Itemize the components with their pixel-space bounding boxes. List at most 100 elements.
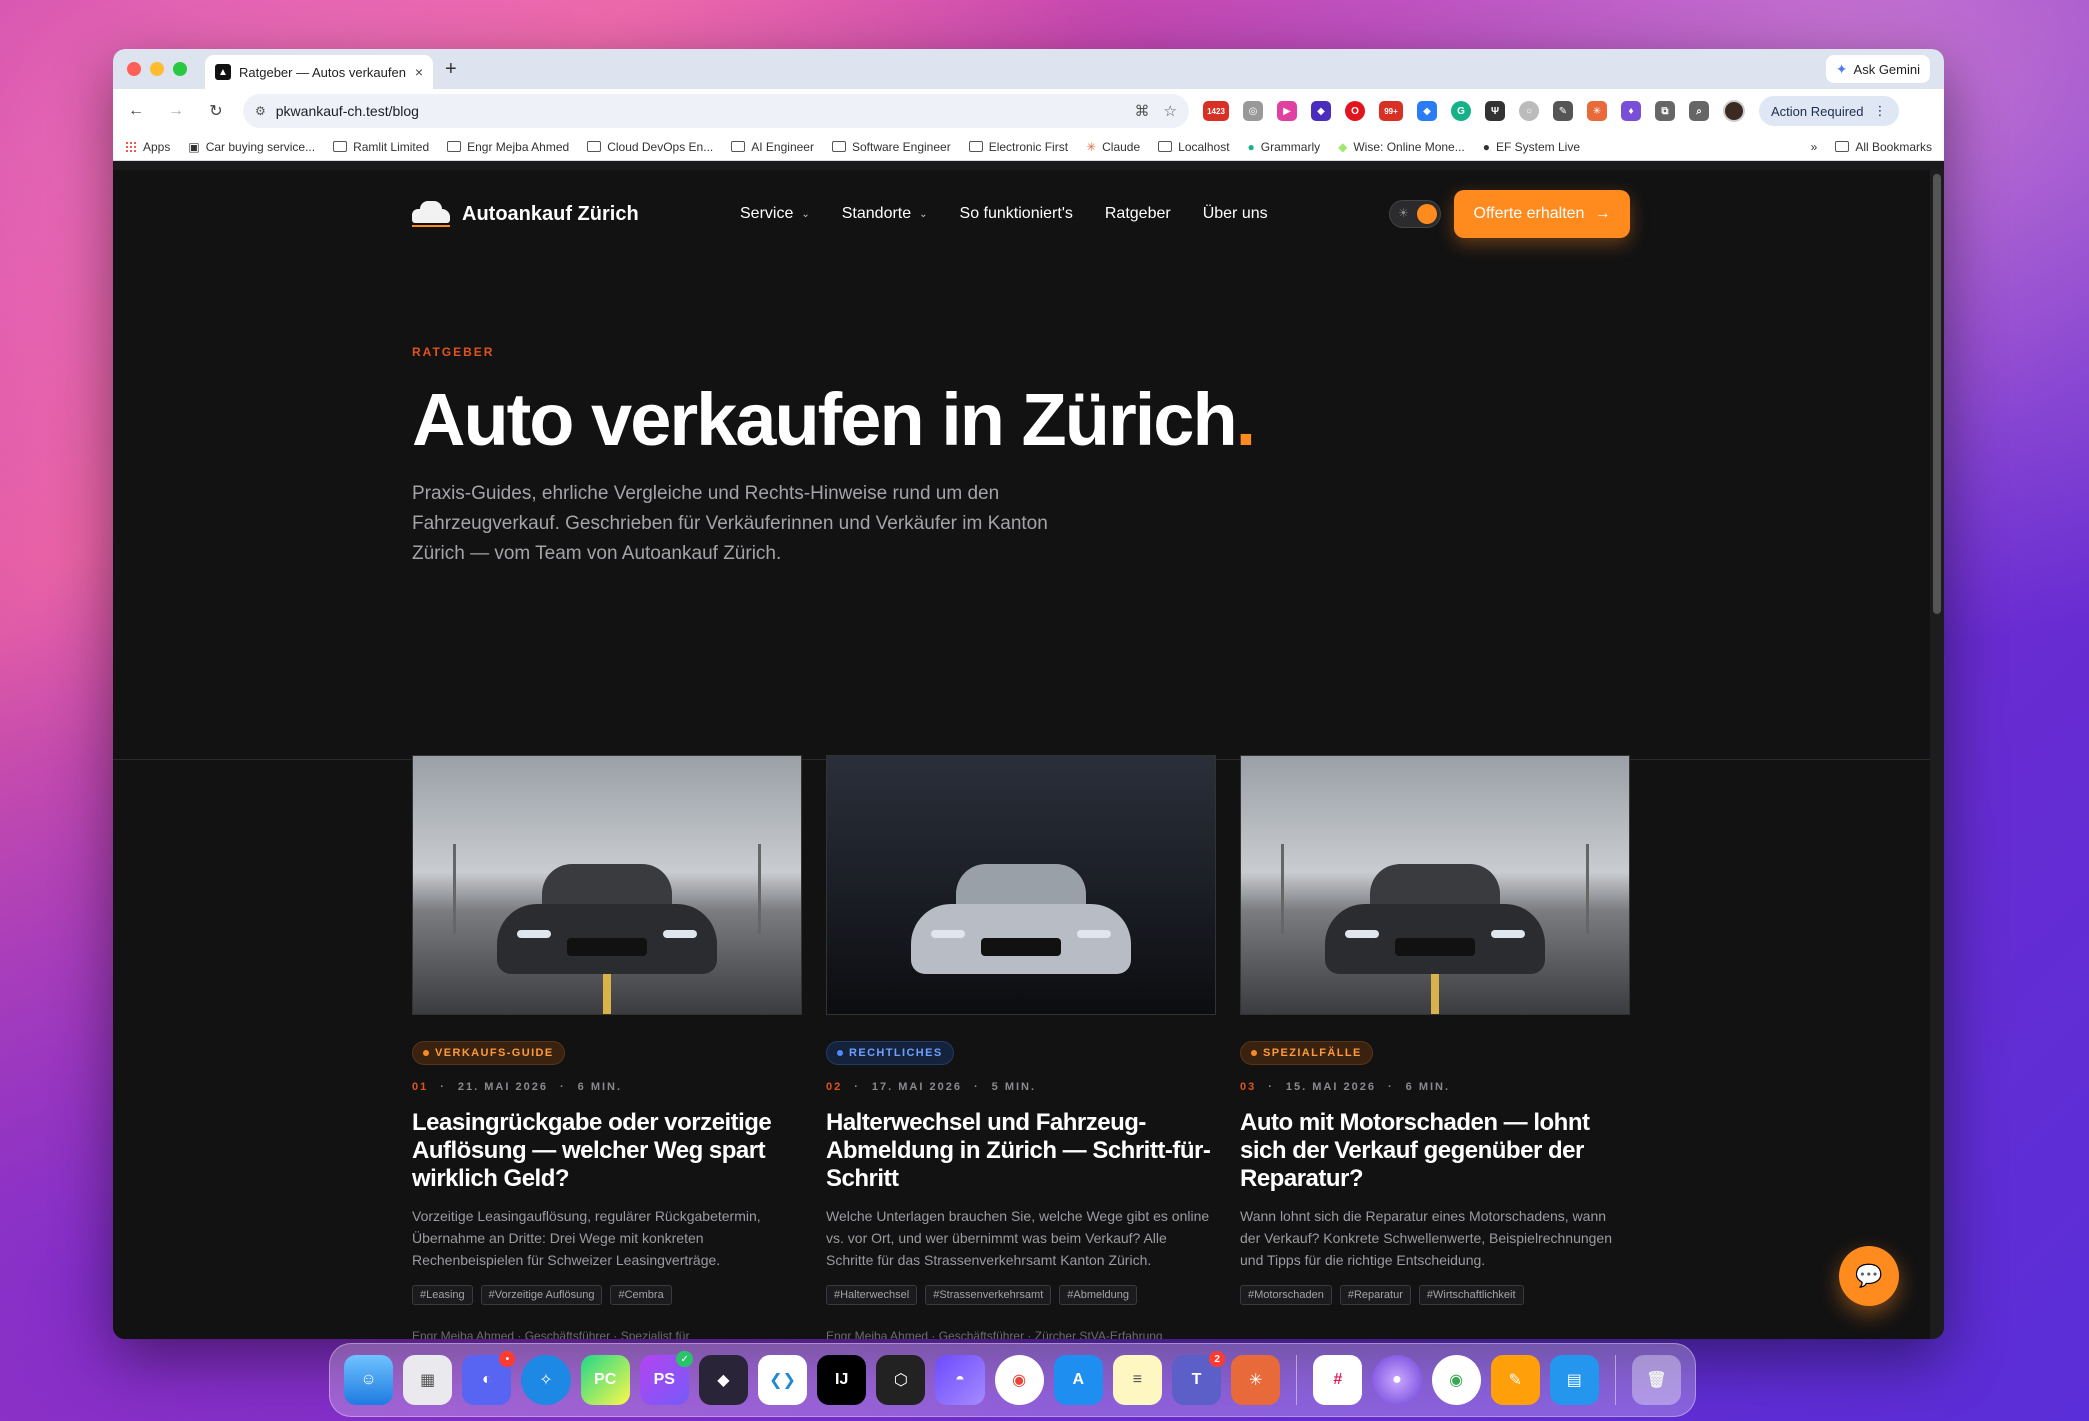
extension-claude-icon[interactable]: ✳ [1587,101,1607,121]
close-window-button[interactable] [127,62,141,76]
article-card[interactable]: VERKAUFS-GUIDE 01 · 21. MAI 2026 · 6 MIN. … [412,755,802,1339]
nav-item-service[interactable]: Service ⌄ [740,205,810,223]
bookmark-folder-cloud[interactable]: Cloud DevOps En... [587,140,713,154]
category-badge[interactable]: SPEZIALFÄLLE [1240,1041,1373,1065]
dock-app-chrome[interactable]: ◉ [1431,1355,1481,1405]
scroll-thumb[interactable] [1933,174,1941,614]
bookmark-ef-system[interactable]: ● EF System Live [1483,140,1580,154]
ask-gemini-button[interactable]: ✦ Ask Gemini [1825,55,1930,83]
bookmarks-overflow-icon[interactable]: » [1811,140,1818,154]
article-card[interactable]: SPEZIALFÄLLE 03 · 15. MAI 2026 · 6 MIN. Au… [1240,755,1630,1339]
action-required-button[interactable]: Action Required ⋮ [1759,96,1899,126]
extension-mail-icon[interactable]: 1423 [1203,101,1229,121]
dock-app-obsidian[interactable]: ◆ [698,1355,748,1405]
tag[interactable]: #Strassenverkehrsamt [925,1285,1052,1305]
extension-tag-icon[interactable]: ◆ [1417,101,1437,121]
page-scrollbar[interactable] [1930,170,1944,1339]
tab-close-icon[interactable]: × [415,64,423,80]
dock-app-pycharm[interactable]: PC [580,1355,630,1405]
nav-item-ueber-uns[interactable]: Über uns [1203,205,1268,223]
bookmark-claude[interactable]: ✳ Claude [1086,140,1140,154]
dock-trash-icon[interactable]: 🗑 [1631,1355,1682,1405]
zoom-window-button[interactable] [173,62,187,76]
extension-pen-icon[interactable]: ✎ [1553,101,1573,121]
offer-cta-button[interactable]: Offerte erhalten → [1454,190,1630,238]
bookmark-wise[interactable]: ◆ Wise: Online Mone... [1338,140,1465,154]
chat-button[interactable]: 💬 [1839,1246,1899,1306]
new-tab-button[interactable]: + [445,58,457,81]
tag[interactable]: #Vorzeitige Auflösung [480,1285,603,1305]
extension-crystal-icon[interactable]: ♦ [1621,101,1641,121]
dock-app-app-store[interactable]: A [1053,1355,1103,1405]
bookmark-car-buying[interactable]: ▣ Car buying service... [188,140,315,154]
article-title[interactable]: Leasingrückgabe oder vorzeitige Auflösun… [412,1109,802,1193]
nav-item-so-funktionierts[interactable]: So funktioniert's [960,205,1073,223]
bookmark-apps[interactable]: Apps [125,140,170,154]
nav-item-ratgeber[interactable]: Ratgeber [1105,205,1171,223]
extension-camera-icon[interactable]: ◎ [1243,101,1263,121]
tab-active[interactable]: ▲ Ratgeber — Autos verkaufen × [205,55,433,89]
tag[interactable]: #Wirtschaftlichkeit [1418,1285,1524,1305]
bookmark-all[interactable]: All Bookmarks [1835,140,1932,154]
dock-app-vscode[interactable]: ❮❯ [757,1355,808,1405]
extension-notes-icon[interactable]: 99+ [1379,101,1403,121]
tag[interactable]: #Motorschaden [1240,1285,1332,1305]
profile-avatar[interactable] [1723,100,1745,122]
bookmark-grammarly[interactable]: ● Grammarly [1248,140,1321,154]
extension-cube-icon[interactable]: ◆ [1311,101,1331,121]
article-image-mustang[interactable] [412,755,802,1015]
nav-item-standorte[interactable]: Standorte ⌄ [842,205,928,223]
translate-icon[interactable]: ⌘ [1135,102,1150,120]
theme-toggle[interactable]: ☀ [1389,200,1441,228]
dock-app-intellij[interactable]: IJ [817,1355,867,1405]
extension-grammarly-icon[interactable]: G [1451,101,1471,121]
dock-app-phpstorm[interactable]: PS ✓ [639,1351,693,1405]
bookmark-star-icon[interactable]: ☆ [1164,102,1177,120]
dock-app-docker[interactable]: ▤ [1549,1355,1599,1405]
category-badge[interactable]: RECHTLICHES [826,1041,954,1065]
dock-app-safari[interactable]: ✧ [521,1355,571,1405]
dock-app-orb[interactable]: ● [1372,1355,1422,1405]
article-title[interactable]: Auto mit Motorschaden — lohnt sich der V… [1240,1109,1630,1193]
dock-app-proton[interactable]: ◓ [935,1355,985,1405]
article-title[interactable]: Halterwechsel und Fahrzeug-Abmeldung in … [826,1109,1216,1193]
brand-logo-link[interactable]: Autoankauf Zürich [412,201,639,227]
dock-app-notes[interactable]: ≡ [1112,1355,1162,1405]
tag[interactable]: #Reparatur [1339,1285,1411,1305]
article-card[interactable]: RECHTLICHES 02 · 17. MAI 2026 · 5 MIN. Hal… [826,755,1216,1339]
article-image-mustang[interactable] [1240,755,1630,1015]
minimize-window-button[interactable] [150,62,164,76]
reload-icon[interactable]: ↻ [203,101,229,121]
site-info-icon[interactable]: ⚙ [255,104,266,118]
tag[interactable]: #Halterwechsel [826,1285,918,1305]
extensions-puzzle-icon[interactable]: ⧉ [1655,101,1675,121]
extension-opera-icon[interactable]: O [1345,101,1365,121]
bookmark-folder-software[interactable]: Software Engineer [831,140,951,154]
extension-arrow-icon[interactable]: ▶ [1277,101,1297,121]
bookmark-folder-electronic[interactable]: Electronic First [968,140,1068,154]
bookmark-folder-ramlit[interactable]: Ramlit Limited [333,140,429,154]
back-arrow-icon[interactable]: ← [123,102,149,120]
forward-arrow-icon[interactable]: → [163,102,189,120]
extension-circle-icon[interactable]: ○ [1519,101,1539,121]
dock-app-chrome[interactable]: ◉ [994,1355,1044,1405]
dock-app-cursor[interactable]: ⬡ [876,1355,926,1405]
tag[interactable]: #Leasing [412,1285,473,1305]
kebab-menu-icon[interactable]: ⋮ [1874,103,1887,119]
dock-app-discord[interactable]: ◐ • [462,1351,516,1405]
category-badge[interactable]: VERKAUFS-GUIDE [412,1041,565,1065]
dock-app-slack[interactable]: # [1313,1355,1363,1405]
dock-app-pages[interactable]: ✎ [1490,1355,1540,1405]
dock-app-claude[interactable]: ✳ [1231,1355,1281,1405]
bookmark-folder-mejba[interactable]: Engr Mejba Ahmed [447,140,569,154]
dock-app-finder[interactable]: ☺ [344,1355,394,1405]
address-bar[interactable]: ⚙ pkwankauf-ch.test/blog ⌘ ☆ [243,94,1189,128]
extension-tool-icon[interactable]: Ψ [1485,101,1505,121]
tab-search-icon[interactable]: ⌕ [1689,101,1709,121]
bookmark-folder-localhost[interactable]: Localhost [1158,140,1230,154]
tag[interactable]: #Abmeldung [1059,1285,1138,1305]
article-image-camaro[interactable] [826,755,1216,1015]
tag[interactable]: #Cembra [610,1285,672,1305]
dock-app-teams[interactable]: T2 [1171,1351,1226,1405]
dock-app-launchpad[interactable]: ▦ [403,1355,453,1405]
